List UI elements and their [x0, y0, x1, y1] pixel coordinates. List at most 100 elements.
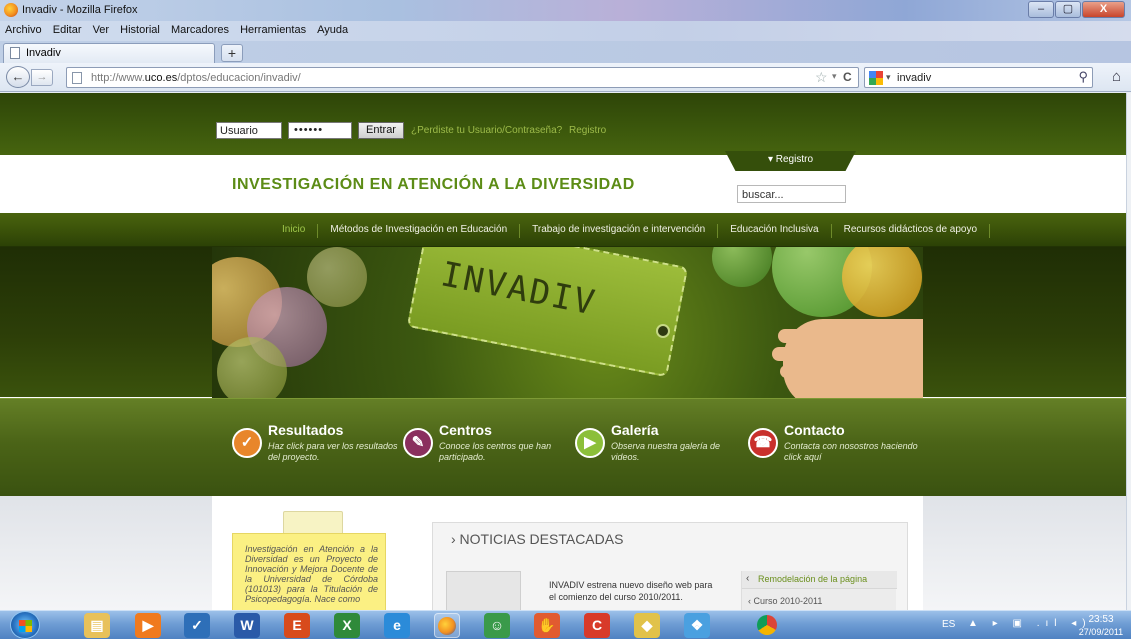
menu-archivo[interactable]: Archivo [0, 21, 44, 36]
chart-app-icon[interactable]: ✓ [184, 613, 210, 638]
clock[interactable]: 23:53 27/09/2011 [1077, 614, 1125, 638]
feature-description: Observa nuestra galería de videos. [611, 441, 721, 462]
new-tab-button[interactable]: + [221, 44, 243, 62]
play-icon[interactable]: ▶ [575, 428, 605, 458]
firefox-logo-icon [4, 3, 18, 17]
window-titlebar: Invadiv - Mozilla Firefox – ▢ X [0, 0, 1131, 21]
search-bar[interactable]: ▾ invadiv ⚲ [864, 67, 1093, 88]
word-icon[interactable]: W [234, 613, 260, 638]
menu-editar[interactable]: Editar [47, 21, 84, 36]
maximize-button[interactable]: ▢ [1055, 1, 1081, 18]
search-engine-dropdown-icon[interactable]: ▾ [886, 72, 891, 83]
chat-app-icon[interactable]: ☺ [484, 613, 510, 638]
pencil-icon[interactable]: ✎ [403, 428, 433, 458]
check-icon[interactable]: ✓ [232, 428, 262, 458]
menu-ayuda[interactable]: Ayuda [311, 21, 350, 36]
google-icon[interactable] [869, 71, 883, 85]
windows-logo-icon [19, 620, 32, 632]
chrome-icon[interactable] [754, 613, 780, 638]
username-input[interactable]: Usuario [216, 122, 282, 139]
nav-educacion-inclusiva[interactable]: Educación Inclusiva [718, 224, 832, 238]
url-bar[interactable]: http://www.uco.es/dptos/educacion/invadi… [66, 67, 859, 88]
feature-description: Conoce los centros que han participado. [439, 441, 552, 462]
url-text[interactable]: http://www.uco.es/dptos/educacion/invadi… [91, 72, 301, 84]
tab-label: Invadiv [26, 47, 61, 59]
feature-band: ✓ Resultados Haz click para ver los resu… [0, 398, 1131, 496]
page-icon [72, 72, 82, 84]
window-title: Invadiv - Mozilla Firefox [22, 4, 138, 16]
forgot-password-link[interactable]: ¿Perdiste tu Usuario/Contraseña? [411, 125, 562, 136]
feature-description: Contacta con nosostros haciendo click aq… [784, 441, 918, 462]
search-icon[interactable]: ⚲ [1078, 69, 1088, 85]
language-indicator[interactable]: ES [942, 619, 955, 630]
phone-icon[interactable]: ☎ [748, 428, 778, 458]
media-player-icon[interactable]: ▶ [135, 613, 161, 638]
paint-app-icon[interactable]: ✋ [534, 613, 560, 638]
login-links: ¿Perdiste tu Usuario/Contraseña? Registr… [411, 125, 610, 136]
news-item-text[interactable]: INVADIV estrena nuevo diseño web para el… [549, 579, 714, 603]
site-title[interactable]: INVESTIGACIÓN EN ATENCIÓN A LA DIVERSIDA… [232, 176, 635, 194]
start-button[interactable] [10, 611, 40, 639]
tab-bar: Invadiv + [0, 41, 1131, 63]
ccleaner-icon[interactable]: C [584, 613, 610, 638]
system-tray: ES ▲ ▸ ▣ .ıl ◂) 23:53 27/09/2011 [930, 611, 1131, 639]
navigation-toolbar: ← → http://www.uco.es/dptos/educacion/in… [0, 63, 1131, 92]
window-controls: – ▢ X [1027, 1, 1125, 18]
excel-icon[interactable]: X [334, 613, 360, 638]
history-dropdown-icon[interactable]: ▾ [832, 71, 837, 82]
search-query[interactable]: invadiv [897, 72, 931, 84]
forward-button[interactable]: → [31, 69, 53, 86]
close-button[interactable]: X [1082, 1, 1125, 18]
menu-historial[interactable]: Historial [114, 21, 162, 36]
feature-galeria[interactable]: ▶ Galería Observa nuestra galería de vid… [575, 422, 745, 482]
news-heading: › NOTICIAS DESTACADAS [451, 531, 624, 547]
windows-taskbar: ▤ ▶ ✓ W E X e ☺ ✋ C ◆ ❖ ES ▲ ▸ ▣ .ıl ◂) … [0, 610, 1131, 639]
reload-icon[interactable]: C [843, 70, 852, 84]
note-text: Investigación en Atención a la Diversida… [245, 544, 378, 604]
site-top-bar: Usuario •••••• Entrar ¿Perdiste tu Usuar… [0, 93, 1131, 155]
password-input[interactable]: •••••• [288, 122, 352, 139]
feature-contacto[interactable]: ☎ Contacto Contacta con nosostros hacien… [748, 422, 918, 482]
feature-centros[interactable]: ✎ Centros Conoce los centros que han par… [403, 422, 573, 482]
bookmark-star-icon[interactable]: ☆ [815, 69, 828, 86]
feature-title[interactable]: Contacto [784, 422, 845, 438]
minimize-button[interactable]: – [1028, 1, 1054, 18]
clock-time: 23:53 [1088, 614, 1114, 625]
page-viewport: Usuario •••••• Entrar ¿Perdiste tu Usuar… [0, 93, 1131, 610]
feature-description: Haz click para ver los resultados del pr… [268, 441, 398, 462]
feature-title[interactable]: Resultados [268, 422, 343, 438]
powerpoint-icon[interactable]: E [284, 613, 310, 638]
vertical-scrollbar[interactable] [1126, 93, 1131, 610]
folder-app-icon[interactable]: ◆ [634, 613, 660, 638]
news-sidebar: Remodelación de la página ‹ ‹ Curso 2010… [741, 571, 897, 610]
explorer-icon[interactable]: ▤ [84, 613, 110, 638]
news-tab-curso[interactable]: ‹ Curso 2010-2011 [748, 596, 822, 606]
tab-invadiv[interactable]: Invadiv [3, 43, 215, 63]
internet-explorer-icon[interactable]: e [384, 613, 410, 638]
main-navigation: Inicio Métodos de Investigación en Educa… [0, 213, 1131, 247]
menu-marcadores[interactable]: Marcadores [165, 21, 231, 36]
news-tab-active[interactable]: Remodelación de la página [742, 571, 897, 589]
tray-icons[interactable]: ▲ ▸ ▣ .ıl ◂) [968, 618, 1092, 629]
feature-title[interactable]: Centros [439, 422, 492, 438]
feature-resultados[interactable]: ✓ Resultados Haz click para ver los resu… [232, 422, 402, 482]
menu-ver[interactable]: Ver [87, 21, 112, 36]
back-button[interactable]: ← [6, 66, 30, 88]
menu-bar: Archivo Editar Ver Historial Marcadores … [0, 21, 1131, 41]
home-icon[interactable]: ⌂ [1112, 68, 1121, 85]
news-thumbnail[interactable] [446, 571, 521, 610]
nav-metodos[interactable]: Métodos de Investigación en Educación [318, 224, 521, 238]
feature-title[interactable]: Galería [611, 422, 658, 438]
site-search-input[interactable]: buscar... [737, 185, 846, 203]
register-link[interactable]: Registro [569, 125, 606, 136]
dropbox-icon[interactable]: ❖ [684, 613, 710, 638]
nav-inicio[interactable]: Inicio [276, 224, 319, 238]
banner-image: INVADIV [212, 247, 923, 398]
firefox-taskbar-icon[interactable] [434, 613, 460, 638]
menu-herramientas[interactable]: Herramientas [234, 21, 308, 36]
nav-trabajo[interactable]: Trabajo de investigación e intervención [520, 224, 719, 238]
nav-recursos[interactable]: Recursos didácticos de apoyo [832, 224, 991, 238]
registro-tab[interactable]: ▾ Registro [725, 151, 856, 171]
chevron-left-icon[interactable]: ‹ [742, 571, 753, 586]
login-button[interactable]: Entrar [358, 122, 404, 139]
